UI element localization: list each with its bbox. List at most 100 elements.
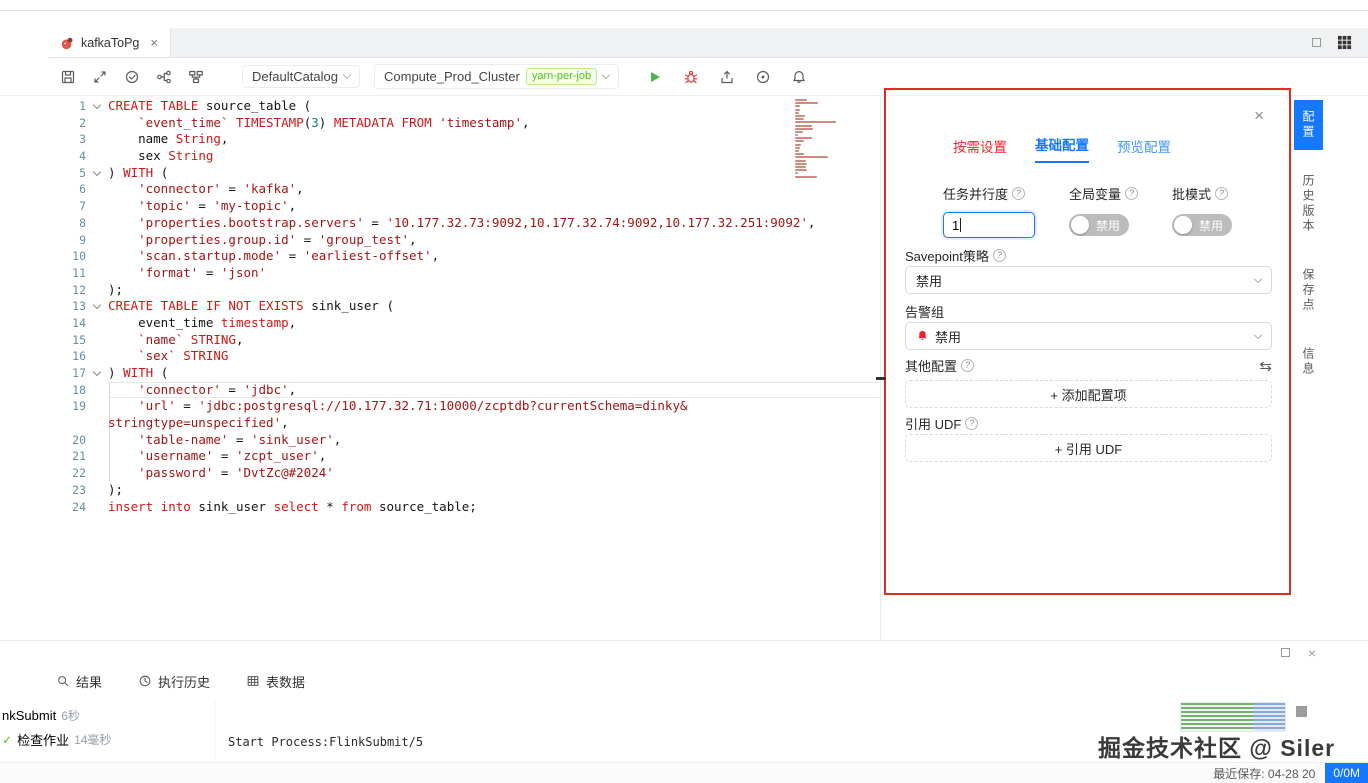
editor-minimap[interactable] <box>795 99 839 179</box>
save-button[interactable] <box>56 65 80 89</box>
code-line[interactable]: 15 `name` STRING, <box>38 332 880 349</box>
publish-button[interactable] <box>715 65 739 89</box>
maximize-bottom-panel-icon[interactable] <box>1280 648 1290 657</box>
code-line[interactable]: stringtype=unspecified', <box>38 415 880 432</box>
stop-button[interactable] <box>1296 706 1307 717</box>
close-config-icon[interactable]: × <box>1254 106 1264 126</box>
code-text[interactable]: CREATE TABLE source_table ( <box>108 98 880 115</box>
batch-mode-toggle[interactable]: 禁用 <box>1172 214 1233 236</box>
code-line[interactable]: 6 'connector' = 'kafka', <box>38 181 880 198</box>
code-text[interactable]: 'properties.group.id' = 'group_test', <box>108 232 880 249</box>
add-udf-button[interactable]: + 引用 UDF <box>905 434 1272 462</box>
code-text[interactable]: 'properties.bootstrap.servers' = '10.177… <box>108 215 880 232</box>
code-line[interactable]: 10 'scan.startup.mode' = 'earliest-offse… <box>38 248 880 265</box>
code-line[interactable]: 5) WITH ( <box>38 165 880 182</box>
code-line[interactable]: 13 CREATE TABLE IF NOT EXISTS sink_user ( <box>38 298 880 315</box>
help-icon[interactable] <box>965 417 979 430</box>
code-text[interactable]: ) WITH ( <box>108 365 880 382</box>
code-text[interactable]: stringtype=unspecified', <box>108 415 880 432</box>
savepoint-strategy-select[interactable]: 禁用 <box>905 266 1272 294</box>
sql-editor[interactable]: 1 CREATE TABLE source_table (2 `event_tim… <box>38 96 880 640</box>
code-line[interactable]: 23); <box>38 482 880 499</box>
catalog-select[interactable]: DefaultCatalog <box>242 65 360 88</box>
process-step-check-job[interactable]: ✓ 检查作业 14毫秒 <box>0 727 215 752</box>
run-button[interactable] <box>643 65 667 89</box>
code-text[interactable]: 'scan.startup.mode' = 'earliest-offset', <box>108 248 880 265</box>
add-config-item-button[interactable]: + 添加配置项 <box>905 380 1272 408</box>
code-text[interactable]: ) WITH ( <box>108 165 880 182</box>
checkpoint-button[interactable] <box>751 65 775 89</box>
code-text[interactable]: 'username' = 'zcpt_user', <box>108 448 880 465</box>
code-line[interactable]: 19 'url' = 'jdbc:postgresql://10.177.32.… <box>38 398 880 415</box>
code-line[interactable]: 8 'properties.bootstrap.servers' = '10.1… <box>38 215 880 232</box>
code-text[interactable]: 'connector' = 'jdbc', <box>108 382 880 399</box>
close-bottom-panel-icon[interactable] <box>1308 646 1316 660</box>
help-icon[interactable] <box>1125 187 1139 200</box>
code-line[interactable]: 24 insert into sink_user select * from so… <box>38 499 880 516</box>
fold-chevron-icon[interactable] <box>90 298 106 315</box>
code-line[interactable]: 21 'username' = 'zcpt_user', <box>38 448 880 465</box>
sidebar-tab-config[interactable]: 配置 <box>1294 100 1323 150</box>
code-text[interactable]: sex String <box>108 148 880 165</box>
code-line[interactable]: 17) WITH ( <box>38 365 880 382</box>
dag-button[interactable] <box>184 65 208 89</box>
tab-basic-config[interactable]: 基础配置 <box>1035 134 1089 163</box>
process-step-flinksubmit[interactable]: nkSubmit 6秒 <box>0 704 215 727</box>
tab-preview-config[interactable]: 预览配置 <box>1117 136 1171 163</box>
code-line[interactable]: 9 'properties.group.id' = 'group_test', <box>38 232 880 249</box>
tab-close-icon[interactable]: × <box>150 35 158 50</box>
quick-setting-link[interactable]: 按需设置 <box>953 136 1007 163</box>
help-icon[interactable] <box>1215 187 1229 200</box>
code-text[interactable]: 'topic' = 'my-topic', <box>108 198 880 215</box>
tab-kafkatopg[interactable]: kafkaToPg × <box>48 28 171 57</box>
code-text[interactable]: `sex` STRING <box>108 348 880 365</box>
code-line[interactable]: 2 `event_time` TIMESTAMP(3) METADATA FRO… <box>38 115 880 132</box>
code-text[interactable]: `name` STRING, <box>108 332 880 349</box>
tab-table-data[interactable]: 表数据 <box>246 672 305 691</box>
grid-menu-icon[interactable] <box>1337 35 1352 50</box>
code-line[interactable]: 18 'connector' = 'jdbc', <box>38 382 880 399</box>
code-text[interactable]: insert into sink_user select * from sour… <box>108 499 880 516</box>
code-text[interactable]: 'password' = 'DvtZc@#2024' <box>108 465 880 482</box>
code-line[interactable]: 7 'topic' = 'my-topic', <box>38 198 880 215</box>
sidebar-tab-info[interactable]: 信息 <box>1294 337 1323 387</box>
code-text[interactable]: 'connector' = 'kafka', <box>108 181 880 198</box>
global-variable-toggle[interactable]: 禁用 <box>1069 214 1129 236</box>
help-icon[interactable] <box>961 359 975 372</box>
code-line[interactable]: 14 event_time timestamp, <box>38 315 880 332</box>
code-line[interactable]: 20 'table-name' = 'sink_user', <box>38 432 880 449</box>
code-line[interactable]: 16 `sex` STRING <box>38 348 880 365</box>
panel-layout-icon[interactable] <box>1312 38 1321 47</box>
code-text[interactable]: `event_time` TIMESTAMP(3) METADATA FROM … <box>108 115 880 132</box>
tab-execution-history[interactable]: 执行历史 <box>138 672 210 691</box>
check-sql-button[interactable] <box>120 65 144 89</box>
code-text[interactable]: 'url' = 'jdbc:postgresql://10.177.32.71:… <box>108 398 880 415</box>
sidebar-tab-savepoint[interactable]: 保存点 <box>1294 258 1323 323</box>
lineage-button[interactable] <box>152 65 176 89</box>
code-line[interactable]: 12); <box>38 282 880 299</box>
help-icon[interactable] <box>992 249 1006 262</box>
parallelism-input[interactable]: 1 <box>943 212 1035 238</box>
fold-chevron-icon[interactable] <box>90 365 106 382</box>
debug-button[interactable] <box>679 65 703 89</box>
code-line[interactable]: 3 name String, <box>38 131 880 148</box>
code-text[interactable]: 'table-name' = 'sink_user', <box>108 432 880 449</box>
format-button[interactable] <box>88 65 112 89</box>
code-text[interactable]: event_time timestamp, <box>108 315 880 332</box>
code-line[interactable]: 22 'password' = 'DvtZc@#2024' <box>38 465 880 482</box>
code-line[interactable]: 1 CREATE TABLE source_table ( <box>38 98 880 115</box>
code-text[interactable]: CREATE TABLE IF NOT EXISTS sink_user ( <box>108 298 880 315</box>
sidebar-tab-history[interactable]: 历史版本 <box>1294 164 1323 244</box>
tab-result[interactable]: 结果 <box>56 672 102 691</box>
code-text[interactable]: 'format' = 'json' <box>108 265 880 282</box>
cluster-select[interactable]: Compute_Prod_Cluster yarn-per-job <box>374 64 620 89</box>
code-text[interactable]: ); <box>108 482 880 499</box>
fold-chevron-icon[interactable] <box>90 98 106 115</box>
fold-chevron-icon[interactable] <box>90 165 106 182</box>
code-line[interactable]: 11 'format' = 'json' <box>38 265 880 282</box>
help-icon[interactable] <box>1012 187 1026 200</box>
code-text[interactable]: name String, <box>108 131 880 148</box>
code-line[interactable]: 4 sex String <box>38 148 880 165</box>
alert-button[interactable] <box>787 65 811 89</box>
swap-icon[interactable]: ⇆ <box>1259 357 1272 375</box>
